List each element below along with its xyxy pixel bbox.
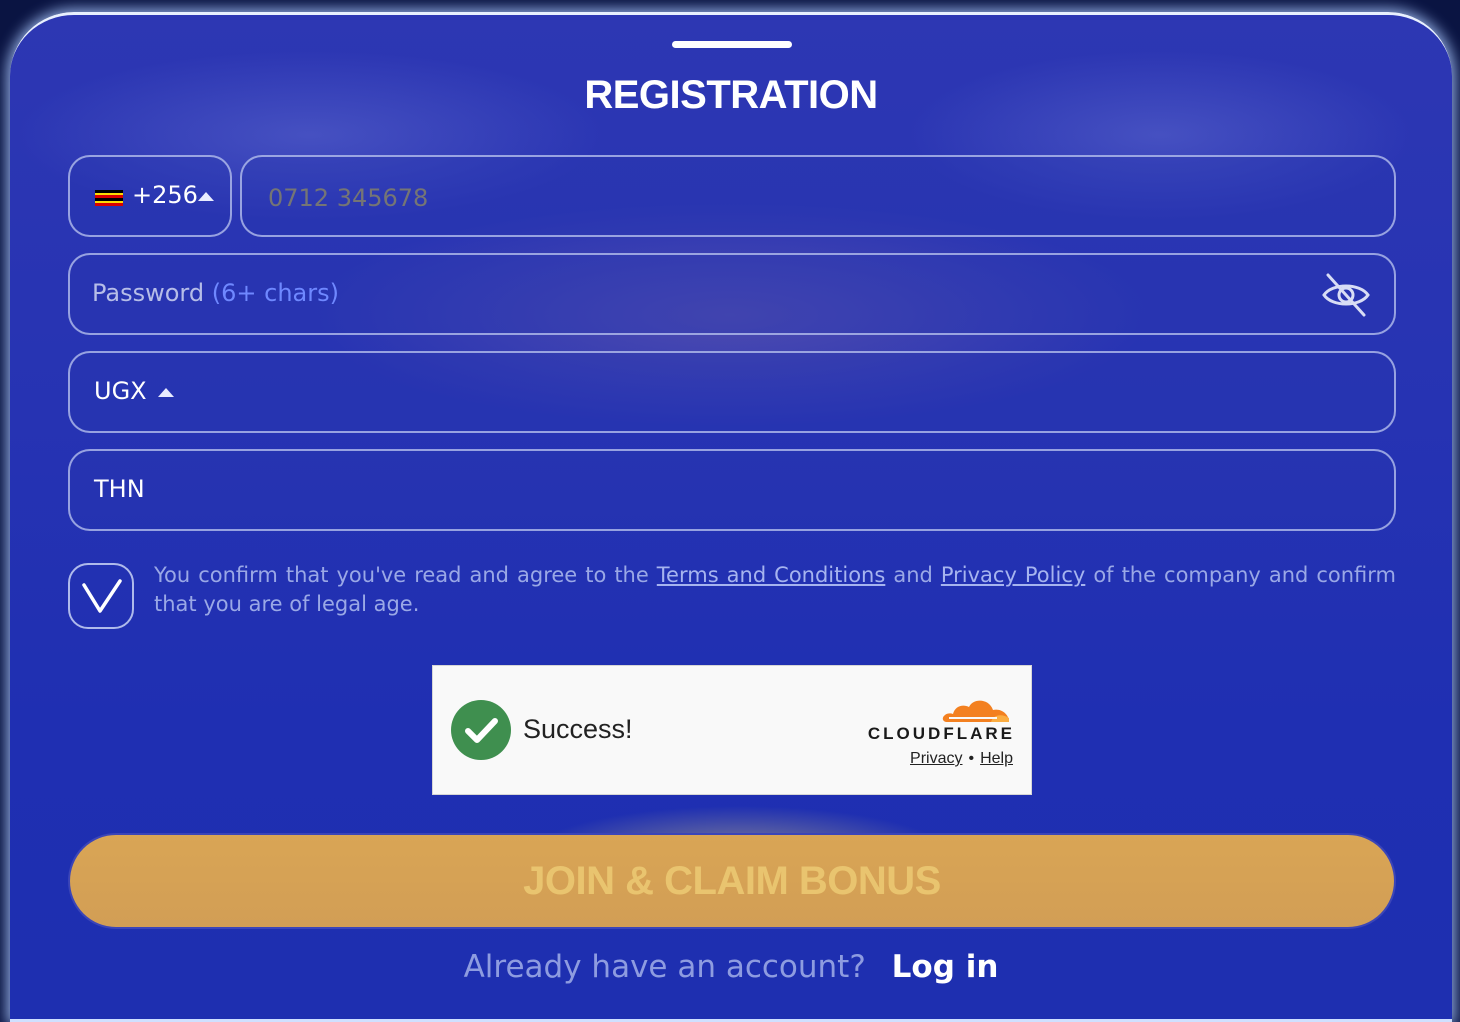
country-code-select[interactable]: +256 bbox=[68, 155, 232, 237]
password-field[interactable]: Password (6+ chars) bbox=[68, 253, 1396, 335]
eye-off-icon[interactable] bbox=[1320, 269, 1372, 321]
drag-handle[interactable] bbox=[672, 41, 792, 48]
login-link[interactable]: Log in bbox=[892, 949, 999, 985]
currency-value: UGX bbox=[94, 377, 147, 405]
caret-up-icon bbox=[158, 388, 174, 397]
captcha-links: Privacy • Help bbox=[910, 750, 1013, 767]
cloudflare-brand: CLOUDFLARE bbox=[867, 724, 1015, 743]
promo-code-value: THN bbox=[94, 475, 145, 503]
cloudflare-logo-icon bbox=[942, 700, 1009, 722]
page-title: REGISTRATION bbox=[584, 73, 878, 117]
promo-code-field[interactable]: THN bbox=[68, 449, 1396, 531]
phone-field[interactable] bbox=[240, 155, 1396, 237]
login-question: Already have an account? bbox=[463, 949, 866, 985]
uganda-flag-icon bbox=[95, 190, 123, 207]
login-prompt: Already have an account? Log in bbox=[10, 949, 1452, 985]
privacy-policy-link[interactable]: Privacy Policy bbox=[941, 563, 1085, 587]
terms-checkbox[interactable] bbox=[68, 563, 134, 629]
registration-modal: REGISTRATION +256 Password (6+ chars) UG… bbox=[10, 12, 1452, 1022]
currency-select[interactable]: UGX bbox=[68, 351, 1396, 433]
captcha-status: Success! bbox=[523, 714, 633, 744]
captcha-privacy-link[interactable]: Privacy bbox=[910, 750, 962, 767]
checkmark-icon bbox=[82, 579, 122, 613]
cloudflare-captcha: Success! CLOUDFLARE Privacy • Help bbox=[432, 665, 1032, 795]
caret-up-icon bbox=[198, 192, 214, 201]
captcha-help-link[interactable]: Help bbox=[980, 750, 1013, 767]
password-placeholder: Password (6+ chars) bbox=[92, 279, 339, 307]
terms-text: You confirm that you've read and agree t… bbox=[154, 563, 1396, 616]
country-code-label: +256 bbox=[132, 181, 198, 209]
phone-input[interactable] bbox=[266, 179, 1304, 217]
success-check-icon bbox=[451, 700, 511, 760]
terms-link[interactable]: Terms and Conditions bbox=[657, 563, 886, 587]
join-claim-bonus-button[interactable]: JOIN & CLAIM BONUS bbox=[68, 833, 1396, 929]
